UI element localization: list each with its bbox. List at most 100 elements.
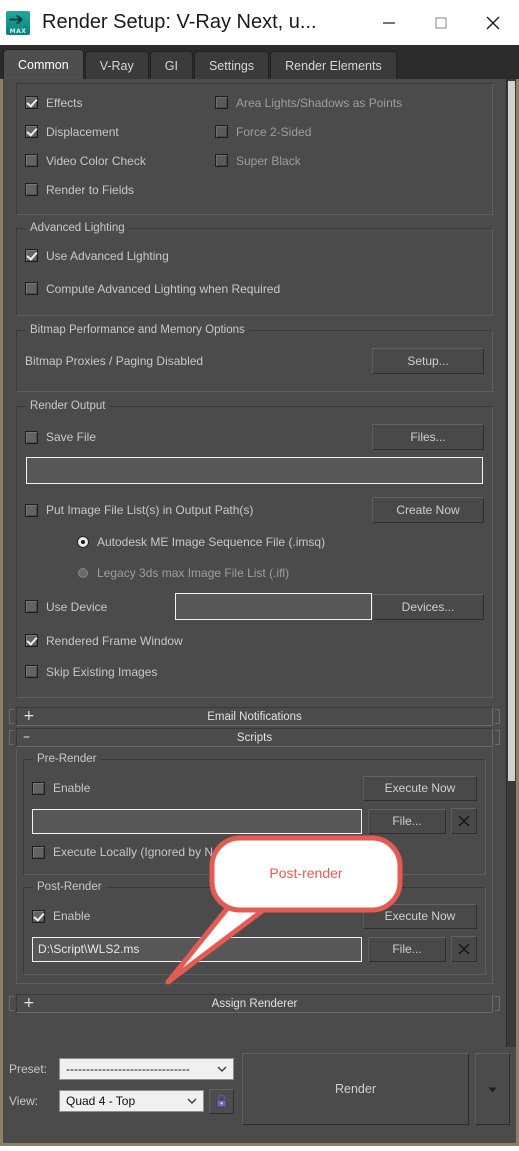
checkbox-skip-existing-images-box[interactable] — [25, 665, 38, 678]
view-lock-button[interactable] — [209, 1088, 234, 1114]
checkbox-put-image-file-list-label: Put Image File List(s) in Output Path(s) — [46, 503, 254, 517]
preset-dropdown[interactable]: ------------------------------- — [59, 1058, 234, 1080]
post-render-file-button[interactable]: File... — [368, 936, 446, 962]
checkbox-use-advanced-lighting[interactable]: Use Advanced Lighting — [25, 239, 484, 272]
post-render-legend: Post-Render — [33, 881, 106, 893]
render-options-button[interactable] — [475, 1053, 510, 1125]
checkbox-force-2-sided-box[interactable] — [215, 125, 228, 138]
maximize-icon — [435, 16, 447, 29]
checkbox-use-advanced-lighting-box[interactable] — [25, 249, 38, 262]
minimize-icon — [383, 21, 395, 24]
checkbox-post-render-enable[interactable]: Enable — [32, 902, 90, 931]
checkbox-area-lights-shadows-as-points[interactable]: Area Lights/Shadows as Points — [215, 88, 402, 117]
checkbox-skip-existing-images-label: Skip Existing Images — [46, 664, 158, 679]
email-notifications-rollout-wrap: + Email Notifications — [8, 707, 501, 726]
view-value: Quad 4 - Top — [66, 1094, 136, 1108]
checkbox-pre-render-enable[interactable]: Enable — [32, 774, 90, 803]
tab-settings[interactable]: Settings — [193, 51, 270, 79]
checkbox-post-render-enable-box[interactable] — [32, 909, 45, 923]
checkbox-post-render-enable-label: Enable — [53, 909, 91, 923]
checkbox-rendered-frame-window-label: Rendered Frame Window — [46, 633, 183, 648]
checkbox-save-file[interactable]: Save File — [25, 423, 96, 452]
radio-autodesk-me-imsq-dot[interactable] — [77, 535, 89, 548]
view-dropdown[interactable]: Quad 4 - Top — [59, 1090, 204, 1112]
checkbox-execute-locally[interactable]: Execute Locally (Ignored by Network Rend… — [32, 838, 477, 866]
checkbox-put-image-file-list[interactable]: Put Image File List(s) in Output Path(s) — [25, 496, 253, 525]
tab-vray[interactable]: V-Ray — [84, 51, 149, 79]
scroll-content: Effects Area Lights/Shadows as Points Di… — [3, 79, 506, 1047]
checkbox-video-color-check-box[interactable] — [25, 154, 38, 167]
bitmap-row: Bitmap Proxies / Paging Disabled Setup..… — [25, 343, 484, 379]
files-button[interactable]: Files... — [372, 424, 484, 450]
pre-render-clear-button[interactable] — [451, 808, 477, 834]
rollout-scripts[interactable]: – Scripts — [16, 728, 493, 747]
checkbox-use-device-label: Use Device — [46, 599, 108, 614]
preset-label: Preset: — [9, 1062, 48, 1076]
checkbox-pre-render-enable-box[interactable] — [32, 781, 45, 795]
checkbox-execute-locally-box[interactable] — [32, 845, 45, 859]
radio-legacy-ifl[interactable]: Legacy 3ds max Image File List (.ifl) — [25, 557, 484, 588]
post-render-enable-row: Enable Execute Now — [32, 900, 477, 932]
checkbox-super-black-box[interactable] — [215, 154, 228, 167]
close-icon — [458, 815, 470, 827]
checkbox-displacement-box[interactable] — [25, 125, 38, 138]
checkbox-video-color-check[interactable]: Video Color Check — [25, 146, 215, 175]
dialog-body: Effects Area Lights/Shadows as Points Di… — [0, 79, 519, 1146]
checkbox-render-to-fields-box[interactable] — [25, 183, 38, 196]
checkbox-effects[interactable]: Effects — [25, 88, 215, 117]
maximize-button[interactable] — [415, 0, 467, 45]
checkbox-effects-box[interactable] — [25, 96, 38, 109]
advanced-lighting-group: Advanced Lighting Use Advanced Lighting … — [16, 222, 493, 316]
create-now-button[interactable]: Create Now — [372, 497, 484, 523]
rollout-email-notifications[interactable]: + Email Notifications — [16, 707, 493, 726]
use-device-row: Use Device Devices... — [25, 588, 484, 625]
tab-common[interactable]: Common — [3, 49, 84, 79]
checkbox-compute-advanced-lighting-box[interactable] — [25, 282, 38, 295]
checkbox-skip-existing-images[interactable]: Skip Existing Images — [25, 656, 484, 687]
checkbox-super-black[interactable]: Super Black — [215, 146, 301, 175]
view-row: View: Quad 4 - Top — [9, 1085, 234, 1117]
radio-autodesk-me-imsq[interactable]: Autodesk ME Image Sequence File (.imsq) — [25, 526, 484, 557]
post-render-script-field[interactable]: D:\Script\WLS2.ms — [32, 936, 362, 962]
preset-view-column: Preset: ------------------------------- … — [9, 1053, 234, 1143]
title-bar: ➔ MAX Render Setup: V-Ray Next, u... — [0, 0, 519, 45]
checkbox-save-file-box[interactable] — [25, 430, 38, 444]
render-button[interactable]: Render — [242, 1053, 469, 1125]
checkbox-area-lights-box[interactable] — [215, 96, 228, 109]
post-render-clear-button[interactable] — [451, 936, 477, 962]
padlock-icon — [216, 1094, 227, 1108]
checkbox-compute-advanced-lighting-label: Compute Advanced Lighting when Required — [46, 281, 281, 296]
device-field[interactable] — [175, 593, 372, 620]
checkbox-use-device[interactable]: Use Device — [25, 592, 175, 621]
scrollbar-thumb[interactable] — [508, 81, 515, 781]
bitmap-setup-button[interactable]: Setup... — [372, 348, 484, 374]
vertical-scrollbar[interactable] — [506, 79, 516, 1047]
render-setup-window: ➔ MAX Render Setup: V-Ray Next, u... Com… — [0, 0, 519, 1146]
checkbox-super-black-label: Super Black — [236, 153, 301, 168]
close-button[interactable] — [467, 0, 519, 45]
checkbox-compute-advanced-lighting[interactable]: Compute Advanced Lighting when Required — [25, 272, 484, 305]
checkbox-displacement[interactable]: Displacement — [25, 117, 215, 146]
devices-button[interactable]: Devices... — [372, 593, 484, 620]
radio-legacy-ifl-dot[interactable] — [77, 566, 89, 579]
pre-render-group: Pre-Render Enable Execute Now File... Ex… — [23, 753, 486, 875]
checkbox-rendered-frame-window-box[interactable] — [25, 634, 38, 647]
pre-render-script-field[interactable] — [32, 808, 362, 834]
checkbox-use-device-box[interactable] — [25, 600, 38, 613]
pre-render-execute-now-button[interactable]: Execute Now — [363, 775, 477, 801]
options-row-3: Video Color Check Super Black — [25, 146, 484, 175]
output-path-field[interactable] — [26, 457, 483, 484]
tab-gi[interactable]: GI — [149, 51, 193, 79]
minimize-button[interactable] — [363, 0, 415, 45]
window-controls — [363, 0, 519, 45]
scroll-region: Effects Area Lights/Shadows as Points Di… — [3, 79, 516, 1047]
tab-render-elements[interactable]: Render Elements — [270, 51, 397, 79]
checkbox-render-to-fields[interactable]: Render to Fields — [25, 175, 215, 204]
checkbox-put-image-file-list-box[interactable] — [25, 503, 38, 517]
pre-render-file-button[interactable]: File... — [368, 808, 446, 834]
post-render-execute-now-button[interactable]: Execute Now — [363, 903, 477, 929]
checkbox-rendered-frame-window[interactable]: Rendered Frame Window — [25, 625, 484, 656]
rollout-bracket-right — [495, 709, 500, 724]
rollout-assign-renderer[interactable]: + Assign Renderer — [16, 994, 493, 1013]
checkbox-force-2-sided[interactable]: Force 2-Sided — [215, 117, 311, 146]
